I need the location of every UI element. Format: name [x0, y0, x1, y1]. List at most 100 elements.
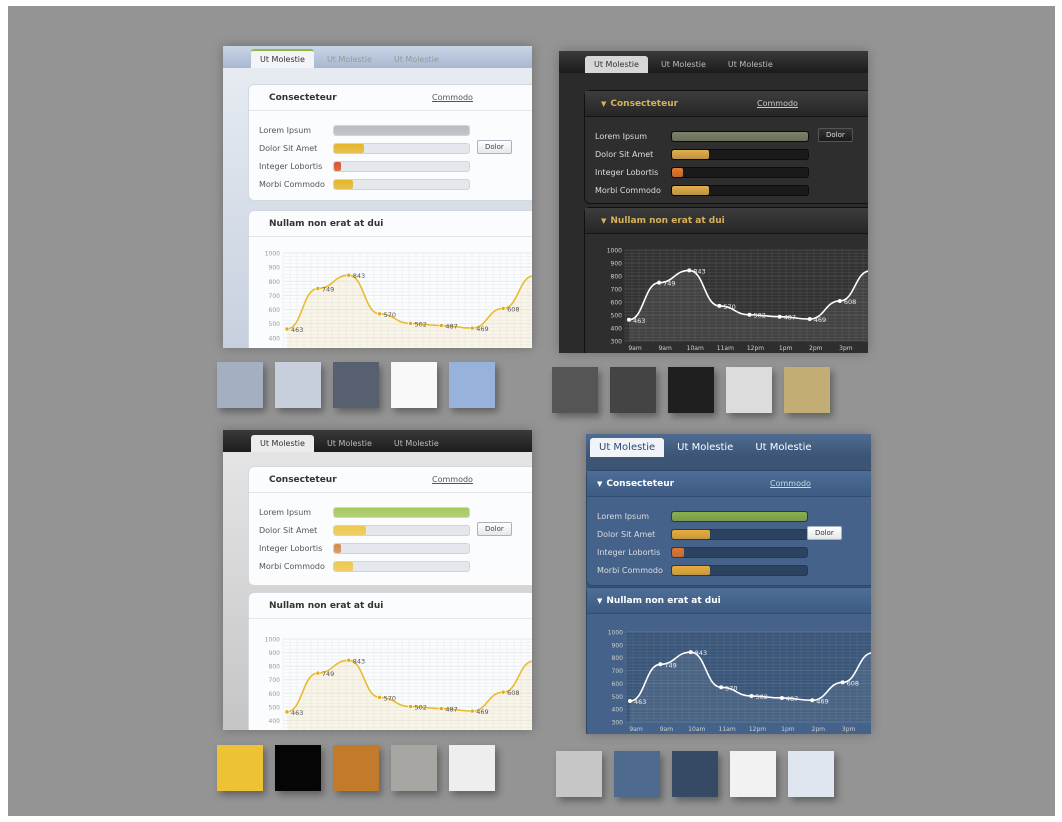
- progress-rows: Lorem Ipsum Dolor Sit Amet Dolor Integer Lo…: [587, 497, 871, 579]
- dolor-button[interactable]: Dolor: [477, 522, 512, 536]
- data-label: 570: [723, 303, 735, 311]
- theme-panel-dark: Ut Molestie Ut Molestie Ut Molestie ▼ Co…: [559, 51, 868, 353]
- tab-3[interactable]: Ut Molestie: [746, 438, 820, 457]
- theme-panel-blue-light: Ut Molestie Ut Molestie Ut Molestie Cons…: [223, 46, 532, 348]
- data-point: [439, 323, 444, 328]
- tab-3[interactable]: Ut Molestie: [385, 51, 448, 68]
- progress-row: Dolor Sit Amet: [595, 145, 868, 163]
- y-tick-label: 400: [269, 335, 281, 342]
- progress-label: Lorem Ipsum: [259, 125, 312, 135]
- y-tick-label: 700: [269, 293, 281, 300]
- tab-3[interactable]: Ut Molestie: [385, 435, 448, 452]
- data-point: [628, 699, 632, 704]
- y-tick-label: 300: [612, 720, 624, 727]
- dolor-button[interactable]: Dolor: [477, 140, 512, 154]
- progress-label: Integer Lobortis: [597, 547, 661, 557]
- data-label: 843: [353, 657, 365, 665]
- collapse-triangle-icon[interactable]: ▼: [597, 480, 602, 488]
- chart-title: Nullam non erat at dui: [606, 595, 721, 606]
- progress-fill: [334, 143, 364, 153]
- data-point: [717, 303, 722, 308]
- color-swatch: [391, 362, 437, 408]
- y-tick-label: 800: [269, 279, 281, 286]
- x-tick-label: 2pm: [812, 726, 826, 733]
- commodo-link[interactable]: Commodo: [757, 99, 798, 108]
- data-point: [315, 286, 321, 291]
- progress-bar: [333, 506, 470, 518]
- y-tick-label: 500: [269, 704, 281, 711]
- progress-fill: [334, 179, 353, 189]
- progress-fill: [334, 507, 469, 517]
- chart-card-header: ▼ Nullam non erat at dui: [587, 588, 871, 614]
- progress-row: Lorem Ipsum: [597, 507, 871, 525]
- data-point: [408, 321, 413, 326]
- data-point: [469, 708, 475, 714]
- y-tick-label: 700: [612, 668, 624, 675]
- stage: Ut Molestie Ut Molestie Ut Molestie Cons…: [8, 6, 1055, 816]
- color-swatch: [552, 367, 598, 413]
- color-swatch: [556, 751, 602, 797]
- progress-row: Morbi Commodo: [259, 557, 532, 575]
- color-swatch: [614, 751, 660, 797]
- data-label: 487: [786, 695, 798, 703]
- tab-bar: Ut Molestie Ut Molestie Ut Molestie: [559, 51, 868, 73]
- data-label: 502: [415, 320, 427, 328]
- data-label: 843: [693, 267, 705, 275]
- progress-row: Dolor Sit Amet Dolor: [259, 521, 532, 539]
- color-swatch: [610, 367, 656, 413]
- progress-label: Dolor Sit Amet: [595, 149, 654, 159]
- data-point: [657, 280, 662, 285]
- commodo-link[interactable]: Commodo: [770, 479, 811, 488]
- tab-1[interactable]: Ut Molestie: [590, 438, 665, 457]
- data-point: [807, 317, 812, 322]
- tab-bar: Ut Molestie Ut Molestie Ut Molestie: [586, 434, 871, 457]
- progress-fill: [672, 565, 710, 575]
- line-chart: 1000 900 800 700 600 500 400 300 9am 9am 10am 11am 1…: [600, 626, 871, 734]
- tab-3[interactable]: Ut Molestie: [719, 56, 782, 73]
- chart-svg: 1000 900 800 700 600 500 400 300 9am 9am 10am 11am 1…: [607, 248, 868, 352]
- color-swatch: [726, 367, 772, 413]
- color-swatch: [449, 745, 495, 791]
- dolor-button[interactable]: Dolor: [818, 128, 853, 142]
- chart-svg: 1000 900 800 700 600 500 400 300 9am 9am 10am 11am 1…: [608, 630, 871, 733]
- progress-row: Morbi Commodo: [597, 561, 871, 579]
- tab-1[interactable]: Ut Molestie: [251, 49, 314, 68]
- color-swatch: [333, 362, 379, 408]
- tab-2[interactable]: Ut Molestie: [318, 435, 381, 452]
- collapse-triangle-icon[interactable]: ▼: [597, 597, 602, 605]
- tab-2[interactable]: Ut Molestie: [652, 56, 715, 73]
- progress-bar: [333, 160, 470, 172]
- data-point: [315, 670, 321, 676]
- progress-label: Morbi Commodo: [597, 565, 663, 575]
- tab-2[interactable]: Ut Molestie: [668, 438, 742, 457]
- commodo-link[interactable]: Commodo: [432, 475, 473, 484]
- x-tick-label: 2pm: [809, 345, 823, 352]
- data-label: 487: [784, 314, 796, 322]
- progress-bar: [333, 178, 470, 190]
- commodo-link[interactable]: Commodo: [432, 93, 473, 102]
- dolor-button[interactable]: Dolor: [807, 526, 842, 540]
- progress-row: Integer Lobortis: [259, 157, 532, 175]
- line-chart: 1000 900 800 700 600 500 400 300 9am 9am 10am 11am 1…: [599, 244, 868, 353]
- tab-1[interactable]: Ut Molestie: [585, 56, 648, 73]
- progress-row: Lorem Ipsum Dolor: [595, 127, 868, 145]
- data-label: 502: [754, 312, 766, 320]
- collapse-triangle-icon[interactable]: ▼: [601, 217, 606, 225]
- tab-2[interactable]: Ut Molestie: [318, 51, 381, 68]
- y-tick-label: 900: [269, 265, 281, 272]
- data-point: [377, 311, 382, 317]
- progress-bar: [333, 124, 470, 136]
- progress-fill: [672, 547, 685, 557]
- data-point: [687, 268, 692, 273]
- color-swatch: [217, 745, 263, 791]
- chart-title: Nullam non erat at dui: [269, 218, 384, 229]
- collapse-triangle-icon[interactable]: ▼: [601, 100, 606, 108]
- tab-1[interactable]: Ut Molestie: [251, 435, 314, 452]
- x-tick-label: 11am: [719, 726, 736, 733]
- x-tick-label: 3pm: [839, 345, 853, 352]
- progress-bar: [333, 142, 470, 154]
- progress-bar: [333, 542, 470, 554]
- card-header: Consecteteur Commodo: [249, 85, 532, 111]
- theme-panel-steel-blue: Ut Molestie Ut Molestie Ut Molestie ▼ Co…: [586, 434, 871, 734]
- progress-label: Lorem Ipsum: [597, 511, 650, 521]
